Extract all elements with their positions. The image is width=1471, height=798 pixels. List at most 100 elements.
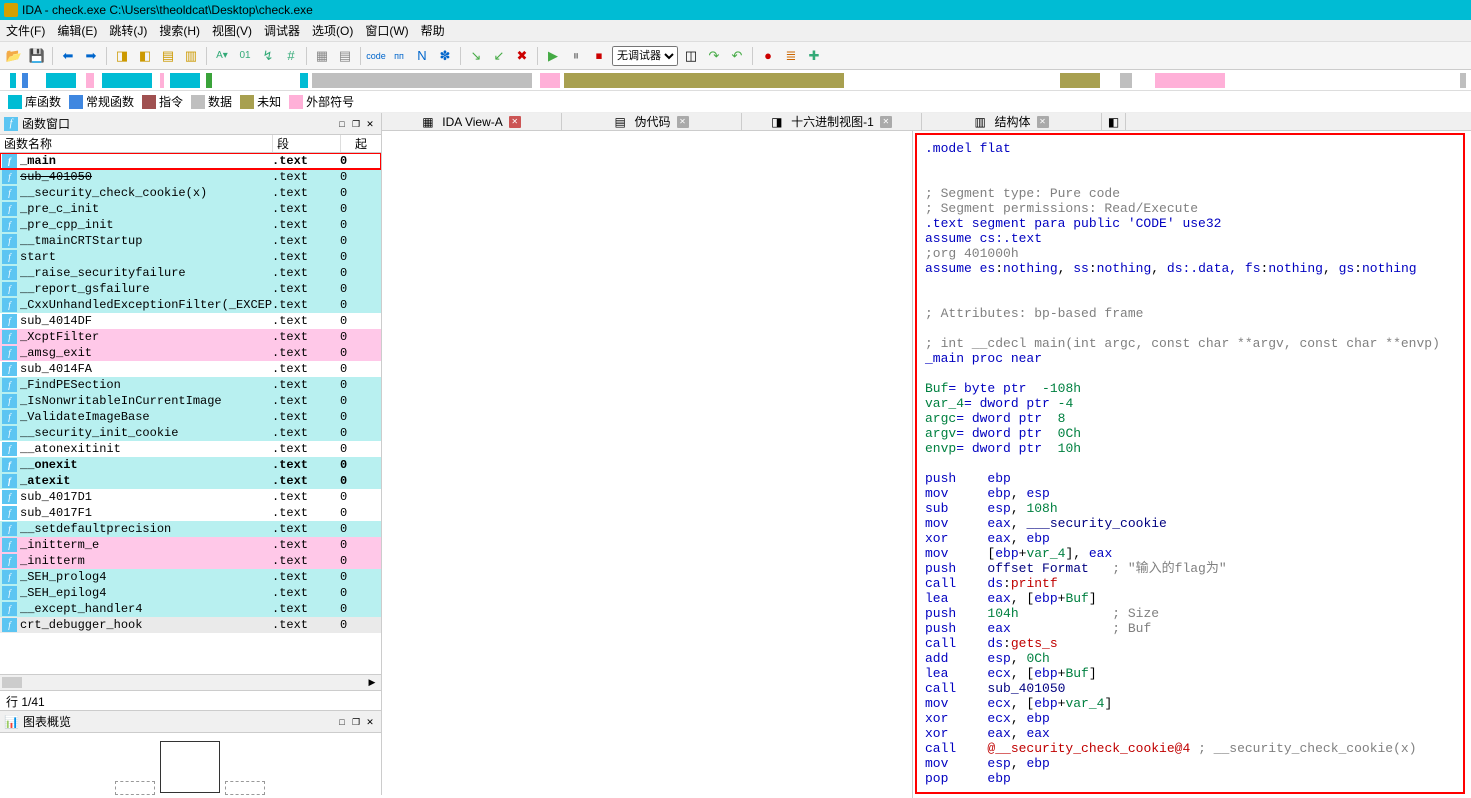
functions-list[interactable]: f_main.text0fsub_401050.text0f__security… xyxy=(0,153,381,674)
pause-icon[interactable]: ⏸ xyxy=(566,46,586,66)
stop-icon[interactable]: ⏹ xyxy=(589,46,609,66)
h-scrollbar[interactable]: ▶ xyxy=(0,674,381,690)
col-name[interactable]: 函数名称 xyxy=(0,135,273,152)
menu-item[interactable]: 选项(O) xyxy=(312,22,353,39)
menu-item[interactable]: 调试器 xyxy=(264,22,300,39)
function-row[interactable]: f_SEH_prolog4.text0 xyxy=(0,569,381,585)
function-row[interactable]: f_initterm_e.text0 xyxy=(0,537,381,553)
tab-close-icon[interactable]: ✕ xyxy=(1037,116,1049,128)
menu-item[interactable]: 帮助 xyxy=(421,22,445,39)
tab[interactable]: ▥结构体✕ xyxy=(922,113,1102,130)
function-row[interactable]: f_main.text0 xyxy=(0,153,381,169)
function-row[interactable]: fsub_4017D1.text0 xyxy=(0,489,381,505)
chart-overview-header[interactable]: 📊 图表概览 □ ❐ ✕ xyxy=(0,711,381,733)
panel-a-icon[interactable]: ◨ xyxy=(112,46,132,66)
search-ref-icon[interactable]: ↯ xyxy=(258,46,278,66)
menu-item[interactable]: 视图(V) xyxy=(212,22,252,39)
dbg-btn2-icon[interactable]: ↷ xyxy=(704,46,724,66)
function-row[interactable]: f_initterm.text0 xyxy=(0,553,381,569)
save-icon[interactable]: 💾 xyxy=(27,46,47,66)
close-icon[interactable]: ✕ xyxy=(363,117,377,131)
function-row[interactable]: fsub_4017F1.text0 xyxy=(0,505,381,521)
function-row[interactable]: f_pre_cpp_init.text0 xyxy=(0,217,381,233)
xref-to-icon[interactable]: ↘ xyxy=(466,46,486,66)
panel-c-icon[interactable]: ▤ xyxy=(158,46,178,66)
nav-bar[interactable] xyxy=(0,71,1471,91)
bp-list-icon[interactable]: ≣ xyxy=(781,46,801,66)
menu-item[interactable]: 搜索(H) xyxy=(159,22,200,39)
close-icon[interactable]: ✕ xyxy=(363,715,377,729)
data-icon[interactable]: пп xyxy=(389,46,409,66)
functions-columns[interactable]: 函数名称 段 起 xyxy=(0,135,381,153)
search-text-icon[interactable]: A▾ xyxy=(212,46,232,66)
functions-window-header[interactable]: f 函数窗口 □ ❐ ✕ xyxy=(0,113,381,135)
scrollbar-right-icon[interactable]: ▶ xyxy=(365,677,379,688)
function-row[interactable]: f__report_gsfailure.text0 xyxy=(0,281,381,297)
function-row[interactable]: f__onexit.text0 xyxy=(0,457,381,473)
panel-d-icon[interactable]: ▥ xyxy=(181,46,201,66)
maximize-icon[interactable]: ❐ xyxy=(349,117,363,131)
col-start[interactable]: 起 xyxy=(341,135,381,152)
tab-close-icon[interactable]: ✕ xyxy=(677,116,689,128)
tab[interactable]: ▤伪代码✕ xyxy=(562,113,742,130)
function-row[interactable]: fcrt_debugger_hook.text0 xyxy=(0,617,381,633)
col-segment[interactable]: 段 xyxy=(273,135,341,152)
maximize-icon[interactable]: ❐ xyxy=(349,715,363,729)
menu-item[interactable]: 编辑(E) xyxy=(57,22,97,39)
back-icon[interactable]: ⬅ xyxy=(58,46,78,66)
function-row[interactable]: f__atonexitinit.text0 xyxy=(0,441,381,457)
graph-icon[interactable]: ▦ xyxy=(312,46,332,66)
tab[interactable]: ▦IDA View-A✕ xyxy=(382,113,562,130)
function-row[interactable]: fsub_4014FA.text0 xyxy=(0,361,381,377)
function-row[interactable]: fsub_401050.text0 xyxy=(0,169,381,185)
str-icon[interactable]: N xyxy=(412,46,432,66)
function-row[interactable]: f_FindPESection.text0 xyxy=(0,377,381,393)
run-icon[interactable]: ▶ xyxy=(543,46,563,66)
function-row[interactable]: f_SEH_epilog4.text0 xyxy=(0,585,381,601)
tab-close-icon[interactable]: ✕ xyxy=(509,116,521,128)
proximity-icon[interactable]: ▤ xyxy=(335,46,355,66)
bp-icon[interactable]: ● xyxy=(758,46,778,66)
bp-add-icon[interactable]: ✚ xyxy=(804,46,824,66)
menu-item[interactable]: 窗口(W) xyxy=(365,22,408,39)
chart-overview-body[interactable] xyxy=(0,733,381,795)
tab-close-icon[interactable]: ✕ xyxy=(880,116,892,128)
function-row[interactable]: f_XcptFilter.text0 xyxy=(0,329,381,345)
function-row[interactable]: fstart.text0 xyxy=(0,249,381,265)
restore-icon[interactable]: □ xyxy=(335,117,349,131)
xref-from-icon[interactable]: ↙ xyxy=(489,46,509,66)
del-icon[interactable]: ✖ xyxy=(512,46,532,66)
function-row[interactable]: f_ValidateImageBase.text0 xyxy=(0,409,381,425)
ida-view-a-body[interactable] xyxy=(382,131,913,798)
function-icon: f xyxy=(2,426,17,440)
search-imm-icon[interactable]: # xyxy=(281,46,301,66)
function-row[interactable]: fsub_4014DF.text0 xyxy=(0,313,381,329)
restore-icon[interactable]: □ xyxy=(335,715,349,729)
function-row[interactable]: f_pre_c_init.text0 xyxy=(0,201,381,217)
tab-more-icon[interactable]: ◧ xyxy=(1102,113,1126,130)
func-icon[interactable]: ✽ xyxy=(435,46,455,66)
debugger-select[interactable]: 无调试器 xyxy=(612,46,678,66)
disassembly-view[interactable]: .model flat ; Segment type: Pure code ; … xyxy=(915,133,1465,794)
function-row[interactable]: f_IsNonwritableInCurrentImage.text0 xyxy=(0,393,381,409)
panel-b-icon[interactable]: ◧ xyxy=(135,46,155,66)
menu-item[interactable]: 文件(F) xyxy=(6,22,45,39)
dbg-btn3-icon[interactable]: ↶ xyxy=(727,46,747,66)
function-row[interactable]: f__setdefaultprecision.text0 xyxy=(0,521,381,537)
function-row[interactable]: f__security_init_cookie.text0 xyxy=(0,425,381,441)
function-row[interactable]: f__tmainCRTStartup.text0 xyxy=(0,233,381,249)
code-icon[interactable]: code xyxy=(366,46,386,66)
search-hex-icon[interactable]: 01 xyxy=(235,46,255,66)
open-icon[interactable]: 📂 xyxy=(4,46,24,66)
menu-item[interactable]: 跳转(J) xyxy=(109,22,147,39)
function-row[interactable]: f_amsg_exit.text0 xyxy=(0,345,381,361)
function-row[interactable]: f__security_check_cookie(x).text0 xyxy=(0,185,381,201)
tab[interactable]: ◨十六进制视图-1✕ xyxy=(742,113,922,130)
function-row[interactable]: f__except_handler4.text0 xyxy=(0,601,381,617)
dbg-btn1-icon[interactable]: ◫ xyxy=(681,46,701,66)
function-row[interactable]: f__raise_securityfailure.text0 xyxy=(0,265,381,281)
scrollbar-thumb[interactable] xyxy=(2,677,22,688)
function-row[interactable]: f_atexit.text0 xyxy=(0,473,381,489)
fwd-icon[interactable]: ➡ xyxy=(81,46,101,66)
function-row[interactable]: f_CxxUnhandledExceptionFilter(_EXCEPTI….… xyxy=(0,297,381,313)
